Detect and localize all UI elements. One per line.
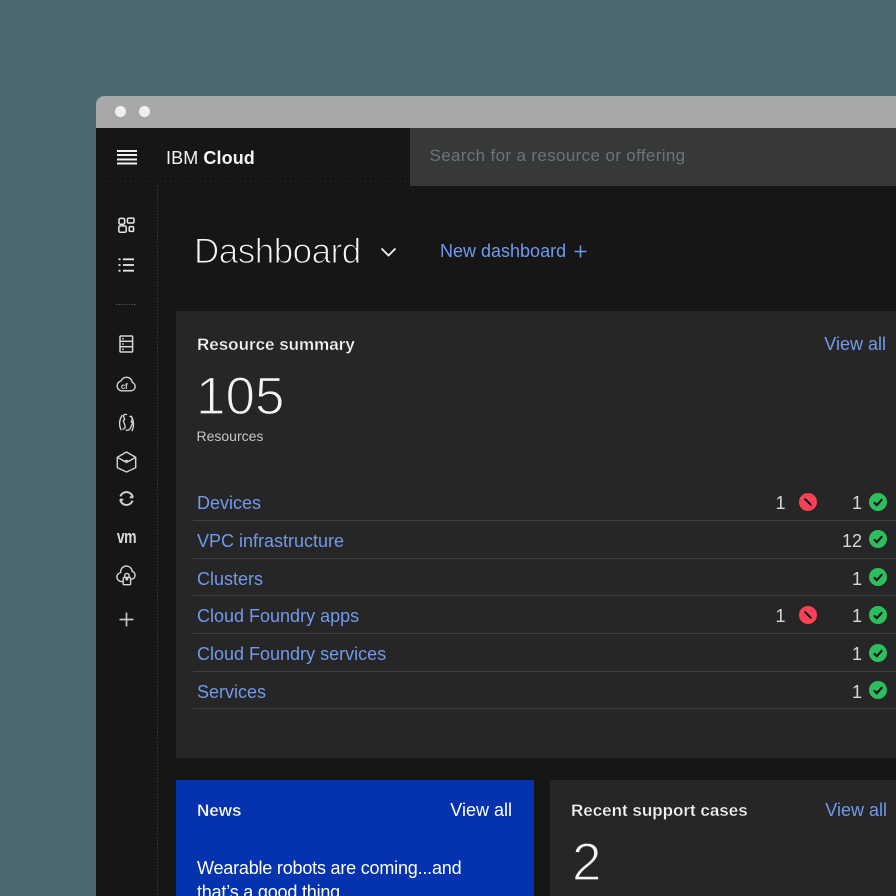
svg-text:cf: cf	[121, 382, 128, 391]
